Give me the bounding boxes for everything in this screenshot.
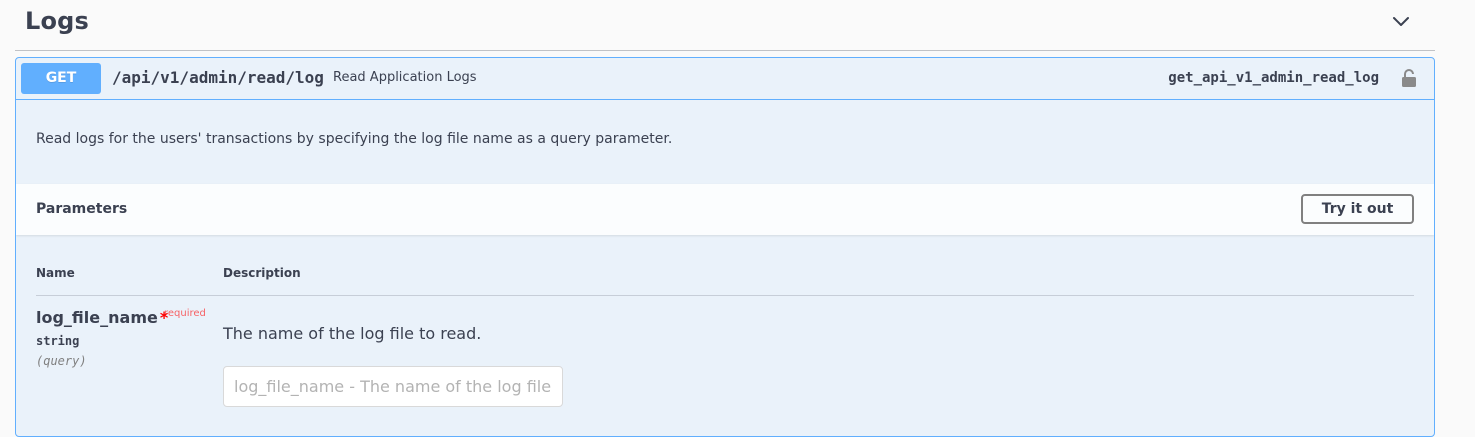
operation-description: Read logs for the users' transactions by… bbox=[36, 131, 673, 147]
parameter-name: log_file_name * bbox=[36, 308, 168, 327]
required-label: required bbox=[164, 308, 206, 319]
try-it-out-button[interactable]: Try it out bbox=[1301, 194, 1414, 224]
parameters-title: Parameters bbox=[36, 201, 128, 217]
parameters-section-header: Parameters Try it out bbox=[16, 184, 1434, 235]
log-file-name-input[interactable] bbox=[223, 366, 563, 407]
operation-summary-text: Read Application Logs bbox=[333, 70, 477, 85]
tag-title: Logs bbox=[25, 7, 90, 35]
operation-block: GET /api/v1/admin/read/log Read Applicat… bbox=[15, 57, 1435, 437]
parameters-table-header: Name Description bbox=[36, 266, 1414, 296]
operation-summary[interactable]: GET /api/v1/admin/read/log Read Applicat… bbox=[16, 58, 1434, 100]
column-header-name: Name bbox=[36, 266, 75, 280]
parameter-description: The name of the log file to read. bbox=[223, 324, 482, 343]
column-header-description: Description bbox=[223, 266, 301, 280]
parameter-type: string bbox=[36, 334, 80, 348]
parameter-name-text: log_file_name bbox=[36, 308, 158, 327]
tag-section-header[interactable]: Logs bbox=[15, 0, 1435, 51]
parameter-location: (query) bbox=[36, 354, 87, 368]
chevron-down-icon[interactable] bbox=[1391, 12, 1411, 32]
method-badge: GET bbox=[21, 63, 101, 94]
operation-id: get_api_v1_admin_read_log bbox=[1168, 70, 1379, 86]
lock-icon[interactable] bbox=[1401, 68, 1417, 88]
endpoint-path: /api/v1/admin/read/log bbox=[112, 68, 324, 87]
